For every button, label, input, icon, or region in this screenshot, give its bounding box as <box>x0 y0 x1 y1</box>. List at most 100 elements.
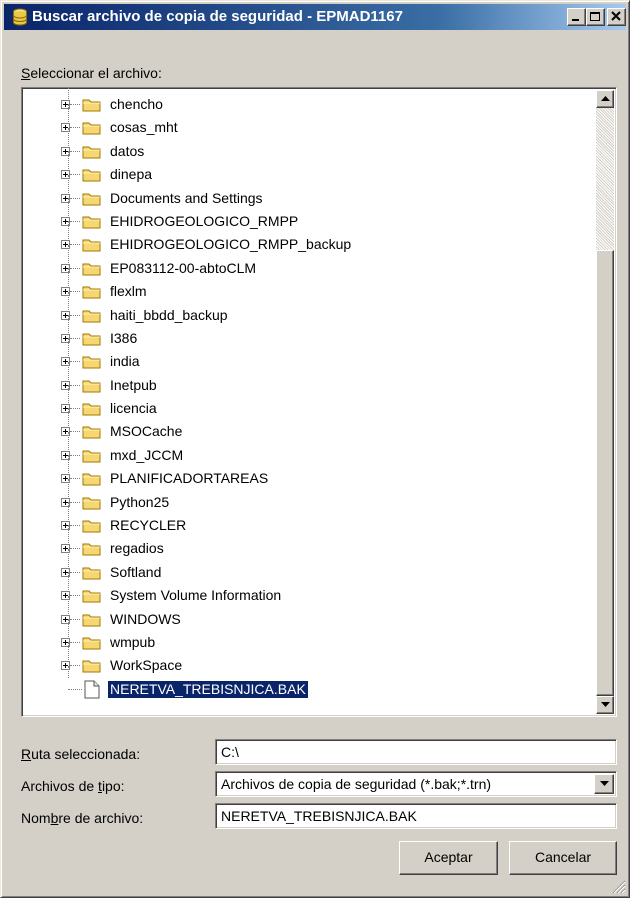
folder-icon <box>82 333 101 346</box>
folder-item[interactable]: cosas_mht <box>22 104 590 139</box>
selected-path-field[interactable]: C:\ <box>215 739 617 765</box>
folder-icon <box>82 380 101 393</box>
folder-item[interactable]: EP083112-00-abtoCLM <box>22 244 590 280</box>
selected-file-label: NERETVA_TREBISNJICA.BAK <box>107 679 309 699</box>
folder-item[interactable]: MSOCache <box>22 408 590 443</box>
dialog-window: Buscar archivo de copia de seguridad - E… <box>0 0 630 898</box>
tree-connector <box>70 431 80 433</box>
tree-connector <box>70 174 80 176</box>
resize-grip-icon[interactable] <box>612 880 626 894</box>
file-item[interactable]: NERETVA_TREBISNJICA.BAK <box>22 665 590 701</box>
file-icon <box>84 680 100 699</box>
folder-label: dinepa <box>110 166 153 183</box>
file-type-dropdown-button[interactable] <box>594 774 614 794</box>
folder-label: System Volume Information <box>110 587 282 604</box>
folder-item[interactable]: I386 <box>22 314 590 350</box>
folder-icon <box>82 426 101 439</box>
folder-item[interactable]: dinepa <box>22 151 590 186</box>
folder-item[interactable]: india <box>22 338 590 373</box>
chevron-down-icon <box>600 781 609 786</box>
folder-item[interactable]: EHIDROGEOLOGICO_RMPP <box>22 197 590 233</box>
select-file-label-text: eleccionar el archivo: <box>30 65 162 81</box>
folder-item[interactable]: WINDOWS <box>22 595 590 631</box>
title-bar[interactable]: Buscar archivo de copia de seguridad - E… <box>4 4 626 30</box>
tree-connector <box>70 244 80 246</box>
folder-icon <box>82 286 101 299</box>
folder-item[interactable]: RECYCLER <box>22 502 590 537</box>
tree-connector <box>70 337 80 339</box>
folder-item[interactable]: Documents and Settings <box>22 174 590 210</box>
vertical-scrollbar[interactable] <box>596 90 614 714</box>
folder-label: I386 <box>110 329 138 346</box>
tree-connector <box>70 127 80 129</box>
selected-path-accesskey: R <box>21 746 32 762</box>
folder-item[interactable]: EHIDROGEOLOGICO_RMPP_backup <box>22 221 590 256</box>
folder-label: licencia <box>110 400 157 417</box>
tree-connector <box>70 618 80 620</box>
tree-connector <box>70 408 80 410</box>
folder-item[interactable]: Softland <box>22 548 590 584</box>
scroll-down-button[interactable] <box>596 696 614 714</box>
tree-connector <box>70 220 80 222</box>
tree-connector <box>70 525 80 527</box>
tree-connector <box>70 197 80 199</box>
tree-connector <box>70 595 80 597</box>
folder-label: mxd_JCCM <box>110 446 184 463</box>
folder-icon <box>82 450 101 463</box>
file-name-label-after: re de archivo: <box>58 810 144 826</box>
folder-label: Documents and Settings <box>110 189 263 206</box>
folder-icon <box>82 567 101 580</box>
file-name-label-before: Nom <box>21 810 51 826</box>
folder-item[interactable]: regadios <box>22 525 590 560</box>
folder-item[interactable]: WorkSpace <box>22 642 590 677</box>
tree-connector <box>70 104 80 105</box>
tree-connector <box>70 150 80 152</box>
folder-item[interactable]: chencho <box>22 88 590 116</box>
tree-connector <box>70 665 80 667</box>
folder-label: MSOCache <box>110 423 183 440</box>
folder-item[interactable]: Inetpub <box>22 361 590 397</box>
folder-label: chencho <box>110 96 163 112</box>
folder-label: EHIDROGEOLOGICO_RMPP_backup <box>110 236 352 253</box>
folder-icon <box>82 637 101 650</box>
maximize-button[interactable] <box>586 8 605 26</box>
folder-icon <box>82 169 101 182</box>
folder-icon <box>82 239 101 252</box>
minimize-button[interactable] <box>567 8 586 26</box>
close-button[interactable] <box>607 8 626 26</box>
tree-connector <box>70 384 80 386</box>
folder-icon <box>82 520 101 533</box>
folder-label: haiti_bbdd_backup <box>110 306 228 323</box>
file-type-label-before: Archivos de <box>21 778 99 794</box>
cancel-button[interactable]: Cancelar <box>509 841 617 875</box>
tree-connector <box>70 454 80 456</box>
folder-item[interactable]: datos <box>22 127 590 163</box>
folder-label: wmpub <box>110 633 156 650</box>
folder-label: RECYCLER <box>110 517 187 534</box>
folder-item[interactable]: Python25 <box>22 478 590 514</box>
arrow-down-icon <box>601 702 610 707</box>
folder-item[interactable]: wmpub <box>22 618 590 654</box>
folder-item[interactable]: mxd_JCCM <box>22 431 590 467</box>
folder-icon <box>82 263 101 276</box>
selected-path-label-text: uta seleccionada: <box>31 746 141 762</box>
folder-item[interactable]: licencia <box>22 385 590 420</box>
folder-label: datos <box>110 142 145 159</box>
selected-path-label: Ruta seleccionada: <box>21 746 140 762</box>
folder-item[interactable]: haiti_bbdd_backup <box>22 291 590 327</box>
tree-connector <box>70 571 80 573</box>
folder-item[interactable]: System Volume Information <box>22 572 590 607</box>
folder-item[interactable]: PLANIFICADORTAREAS <box>22 455 590 490</box>
accept-button[interactable]: Aceptar <box>399 841 498 875</box>
scroll-up-button[interactable] <box>596 90 614 108</box>
scroll-thumb[interactable] <box>596 250 614 696</box>
file-name-field[interactable]: NERETVA_TREBISNJICA.BAK <box>215 803 617 829</box>
file-type-select[interactable]: Archivos de copia de seguridad (*.bak;*.… <box>215 771 617 797</box>
folder-item[interactable]: flexlm <box>22 268 590 303</box>
select-file-accesskey: S <box>21 65 31 81</box>
arrow-up-icon <box>601 96 610 101</box>
tree-connector <box>70 267 80 269</box>
file-tree[interactable]: chencho cosas_mhtdatos dinepa Documents and… <box>21 87 617 717</box>
folder-label: PLANIFICADORTAREAS <box>110 470 269 487</box>
file-name-value: NERETVA_TREBISNJICA.BAK <box>221 808 417 824</box>
